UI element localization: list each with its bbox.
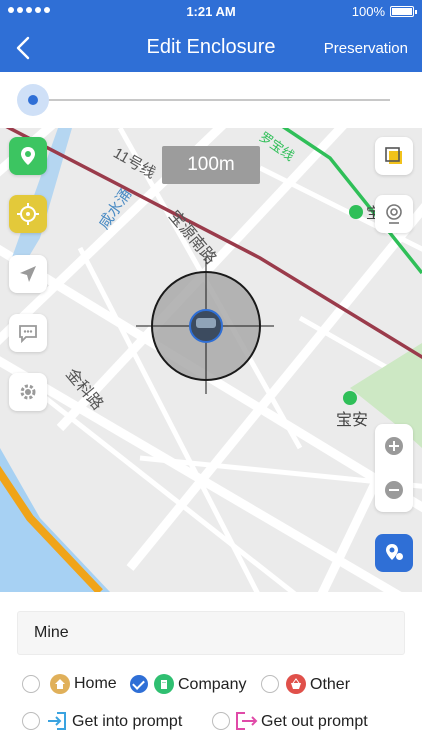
map-label-baoan: 宝安 [336,412,369,429]
location-marker-icon [386,544,403,560]
camera-icon [386,204,402,224]
slider-track[interactable] [33,99,390,101]
label-home: Home [74,675,117,692]
radio-get-into-prompt[interactable] [22,712,40,730]
label-get-into-prompt: Get into prompt [72,713,183,730]
label-other: Other [310,676,351,693]
radius-slider-panel [0,72,422,128]
enter-icon [46,710,68,737]
prompt-row: Get into prompt Get out prompt [0,707,422,737]
top-bar: 1:21 AM 100% Edit Enclosure Preservation [0,0,422,72]
exit-icon [234,710,258,737]
radio-get-out-prompt[interactable] [212,712,230,730]
layers-button[interactable] [375,137,413,175]
category-row: Home Company Other [0,670,422,700]
radio-company[interactable] [130,675,148,693]
gear-icon [20,384,36,400]
zoom-controls [375,424,413,512]
paper-plane-icon [20,266,36,282]
label-get-out-prompt: Get out prompt [261,713,368,730]
map-pin-icon [21,147,35,165]
scale-label: 100m [162,146,260,184]
map-view[interactable]: 11号线 宝源南路 咸水涌 金科路 宝安 罗宝线 宝 100m [0,128,422,592]
radio-home[interactable] [22,675,40,693]
battery-percent: 100% [351,4,385,19]
chat-bubble-icon [19,325,37,343]
building-icon [154,674,174,694]
battery-icon [390,6,417,17]
layers-icon [385,147,402,164]
map-base [0,128,422,592]
settings-button[interactable] [9,373,47,411]
message-button[interactable] [9,314,47,352]
zoom-in-button[interactable] [375,424,413,468]
preservation-button[interactable]: Preservation [324,40,408,57]
crosshair-icon [17,203,39,225]
battery-indicator: 100% [351,4,417,19]
target-button[interactable] [9,195,47,233]
locate-button[interactable] [375,534,413,572]
basket-icon [286,674,306,694]
radio-other[interactable] [261,675,279,693]
status-bar: 1:21 AM 100% [0,0,422,22]
plus-icon [385,437,403,455]
minus-icon [385,481,403,499]
label-company: Company [178,676,247,693]
street-view-button[interactable] [375,195,413,233]
fence-pin-button[interactable] [9,137,47,175]
navigate-button[interactable] [9,255,47,293]
zoom-out-button[interactable] [375,468,413,512]
slider-thumb[interactable] [17,84,49,116]
enclosure-name-input[interactable]: Mine [17,611,405,655]
home-icon [50,674,70,694]
